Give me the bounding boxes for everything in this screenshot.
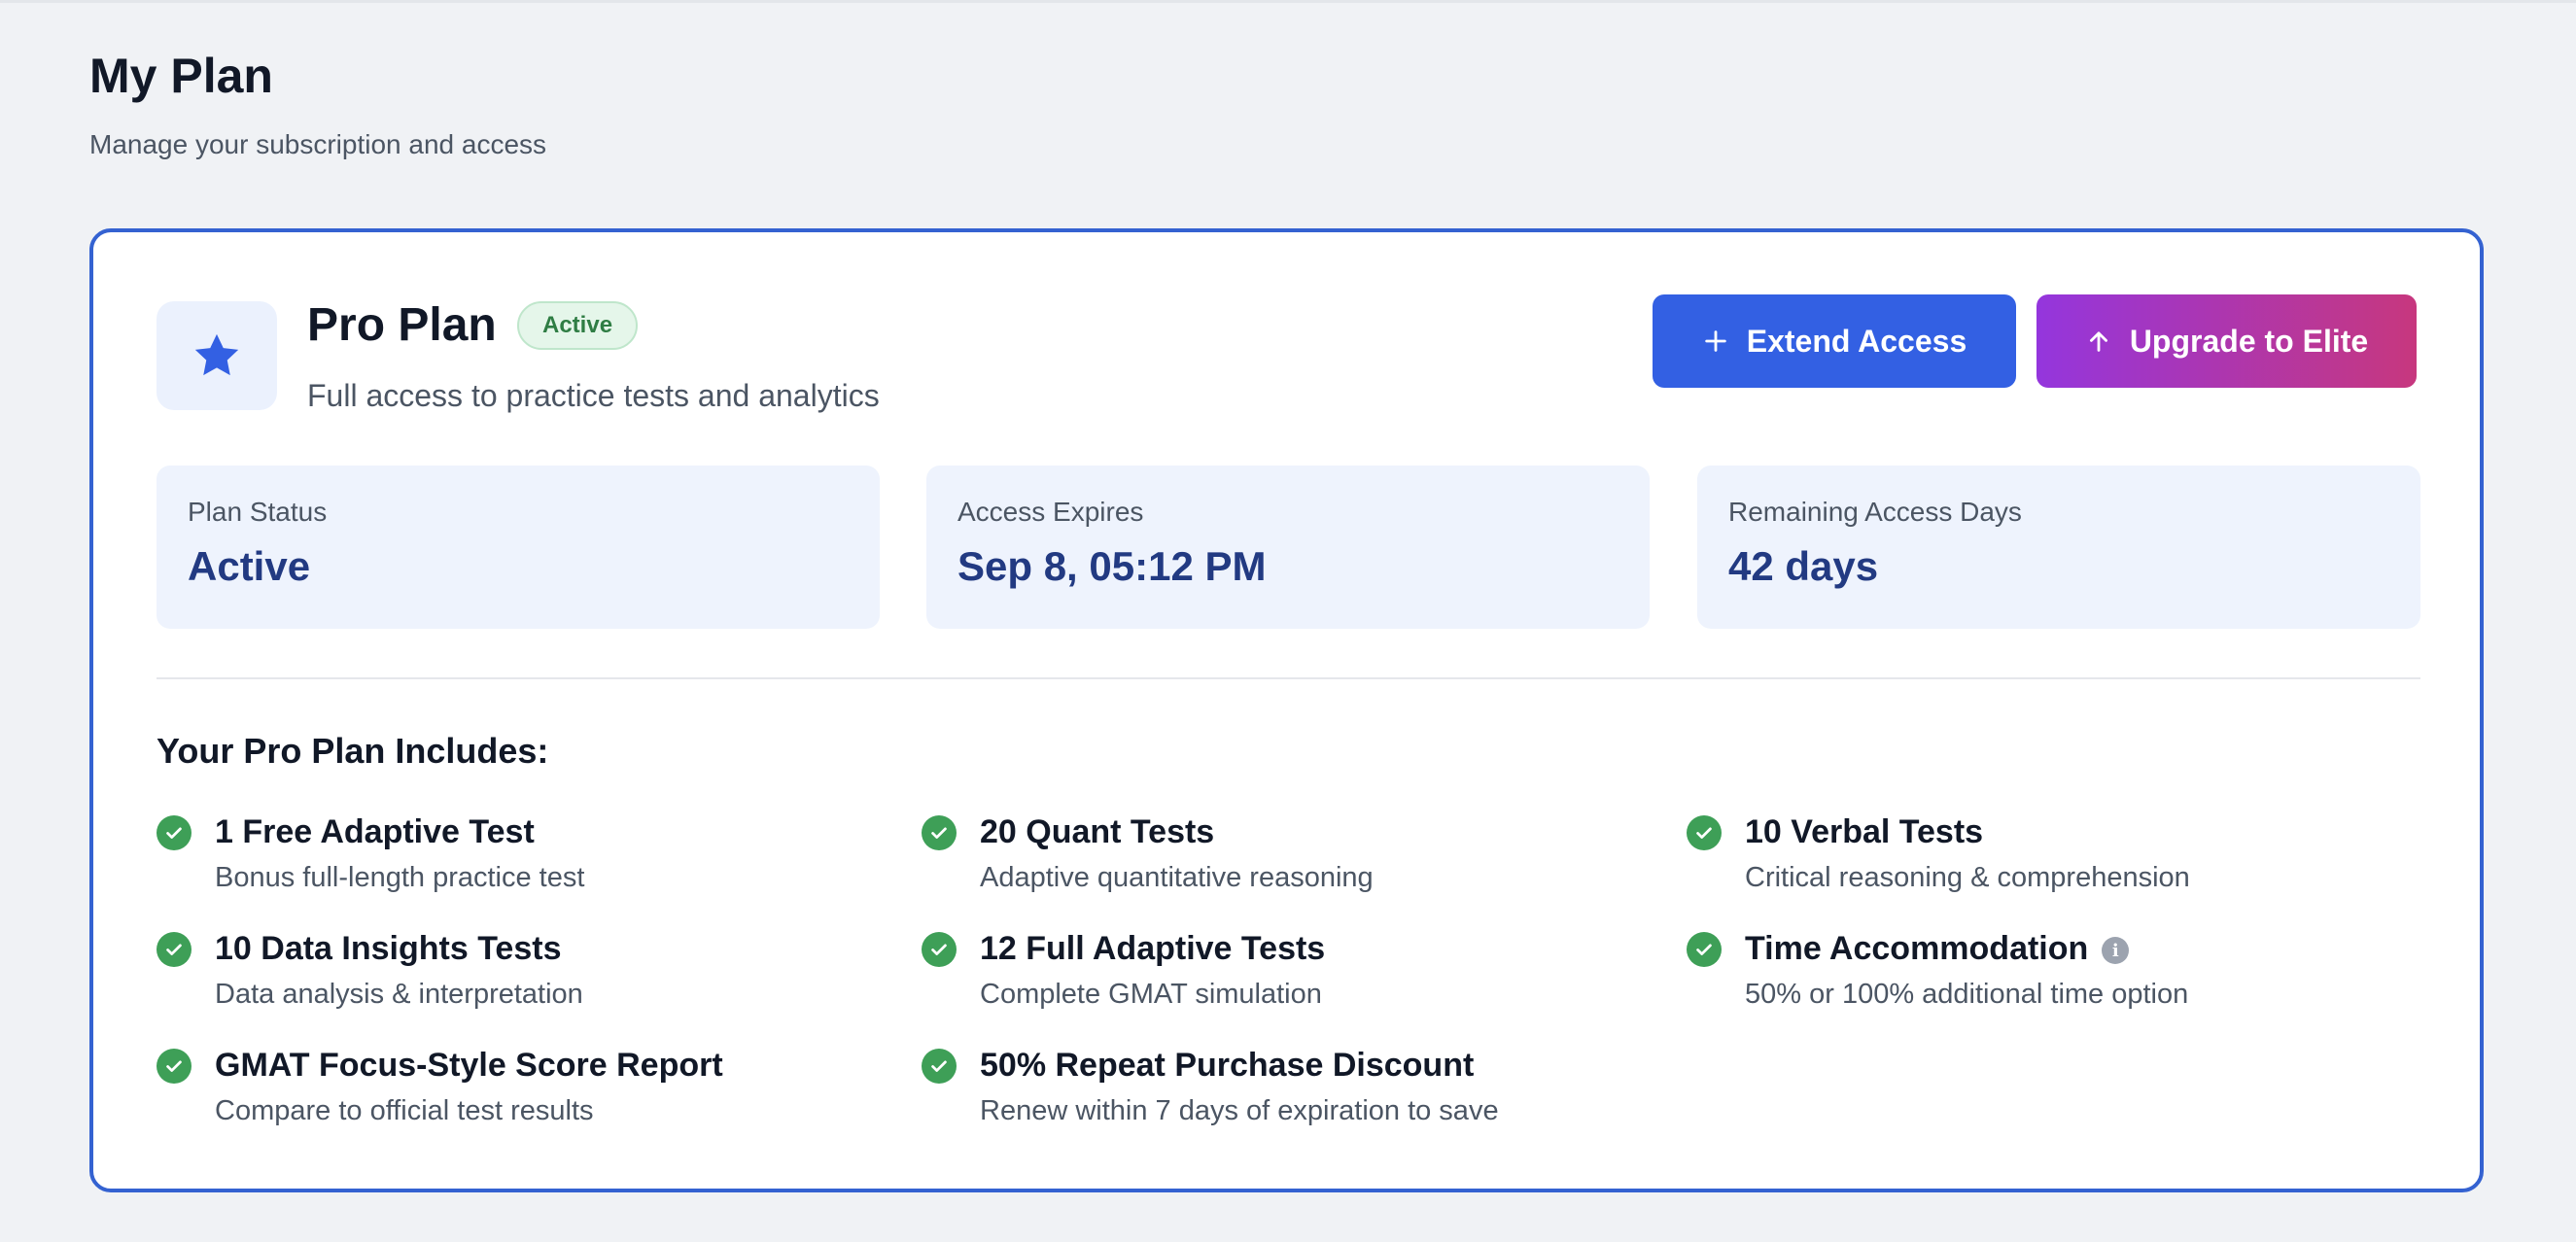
stat-value: 42 days [1728,543,1879,589]
plan-name: Pro Plan [307,299,497,351]
stat-plan-status: Plan Status Active [157,466,880,629]
status-badge: Active [517,301,639,350]
check-circle-icon [157,932,191,967]
feature-desc: Compare to official test results [215,1095,594,1126]
feature-title: 12 Full Adaptive Tests [980,930,1326,967]
feature-desc: Data analysis & interpretation [215,979,583,1010]
feature-desc: Complete GMAT simulation [980,979,1322,1010]
feature-title: 20 Quant Tests [980,813,1215,850]
feature-desc: Critical reasoning & comprehension [1745,862,2190,893]
feature-desc: Renew within 7 days of expiration to sav… [980,1095,1499,1126]
stat-value: Sep 8, 05:12 PM [957,543,1267,589]
check-circle-icon [922,1049,957,1084]
page-title: My Plan [89,49,273,103]
page-subtitle: Manage your subscription and access [89,129,547,159]
star-icon [194,333,239,376]
includes-title: Your Pro Plan Includes: [157,731,549,771]
check-circle-icon [157,815,191,850]
upgrade-to-elite-button[interactable]: Upgrade to Elite [2036,294,2417,388]
plan-card: Pro Plan Active Full access to practice … [89,228,2484,1192]
stat-access-expires: Access Expires Sep 8, 05:12 PM [926,466,1650,629]
check-circle-icon [1687,932,1722,967]
check-circle-icon [157,1049,191,1084]
feature-title: 10 Data Insights Tests [215,930,562,967]
feature-title: GMAT Focus-Style Score Report [215,1047,723,1084]
extend-access-button[interactable]: Extend Access [1653,294,2016,388]
feature-title: 10 Verbal Tests [1745,813,1984,850]
stat-label: Remaining Access Days [1728,497,2022,527]
feature-title: 50% Repeat Purchase Discount [980,1047,1475,1084]
arrow-up-icon [2089,331,2107,352]
check-circle-icon [1687,815,1722,850]
check-circle-icon [922,932,957,967]
info-icon[interactable]: i [2102,937,2130,965]
feature-desc: Adaptive quantitative reasoning [980,862,1374,893]
plus-icon [1705,330,1726,352]
feature-desc: 50% or 100% additional time option [1745,979,2189,1010]
divider [157,677,2420,679]
feature-title: 1 Free Adaptive Test [215,813,535,850]
feature-title-text: Time Accommodation [1745,930,2089,967]
stat-label: Plan Status [188,497,328,527]
extend-access-label: Extend Access [1746,323,1967,359]
upgrade-to-elite-label: Upgrade to Elite [2129,323,2369,359]
plan-description: Full access to practice tests and analyt… [307,378,880,413]
feature-title: Time Accommodation i [1745,930,2130,968]
feature-desc: Bonus full-length practice test [215,862,585,893]
plan-icon-tile [157,301,277,410]
stat-value: Active [188,543,311,589]
stat-remaining-days: Remaining Access Days 42 days [1697,466,2420,629]
stat-label: Access Expires [957,497,1144,527]
check-circle-icon [922,815,957,850]
